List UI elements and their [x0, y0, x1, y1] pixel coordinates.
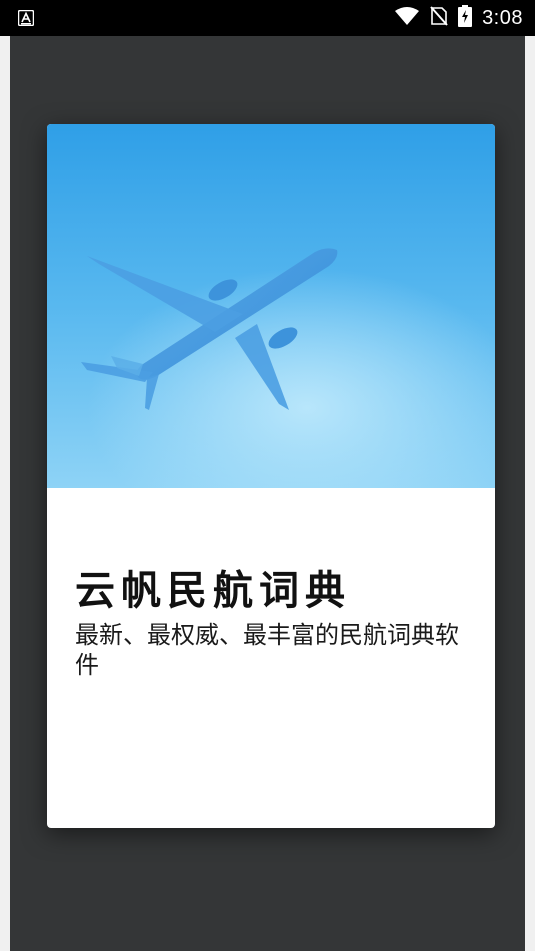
notification-a-icon — [17, 9, 35, 27]
splash-card[interactable]: 云帆民航词典 最新、最权威、最丰富的民航词典软件 — [47, 124, 495, 828]
app-subtitle: 最新、最权威、最丰富的民航词典软件 — [75, 621, 459, 679]
background-page-edge-right — [525, 36, 535, 951]
no-sim-icon — [430, 6, 448, 30]
airplane-icon — [81, 248, 338, 410]
wifi-icon — [394, 6, 420, 30]
status-icons: 3:08 — [394, 0, 523, 36]
hero-banner — [47, 124, 495, 488]
battery-charging-icon — [458, 5, 473, 31]
status-bar: 3:08 — [0, 0, 535, 36]
app-title: 云帆民航词典 — [75, 568, 351, 614]
status-time: 3:08 — [482, 6, 523, 29]
background-page-edge — [0, 36, 10, 951]
